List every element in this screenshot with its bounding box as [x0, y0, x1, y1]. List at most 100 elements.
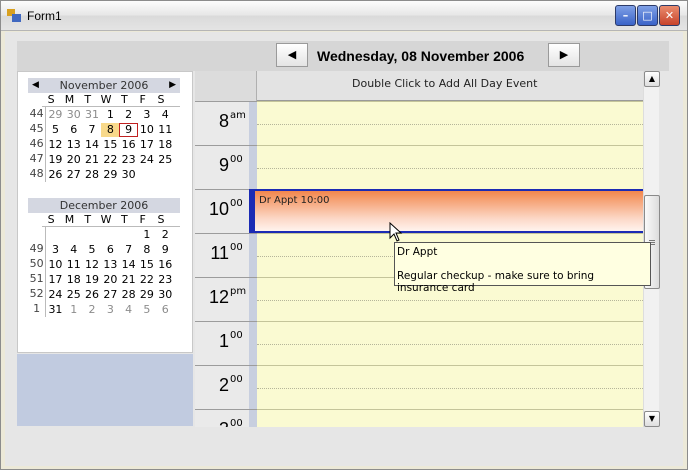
calendar-day[interactable]: 21	[119, 273, 137, 287]
calendar-day[interactable]: 22	[101, 153, 119, 167]
calendar-day[interactable]: 11	[156, 123, 174, 137]
calendar-day[interactable]: 14	[119, 258, 137, 272]
calendar-day[interactable]: 7	[83, 123, 101, 137]
all-day-event-area[interactable]: Double Click to Add All Day Event	[195, 71, 643, 101]
time-slot[interactable]	[257, 101, 643, 145]
calendar-day[interactable]: 15	[101, 138, 119, 152]
next-day-button[interactable]: ▶	[548, 43, 580, 67]
hour-label: 9 00	[195, 145, 249, 189]
calendar-day[interactable]: 12	[46, 138, 64, 152]
selected-day[interactable]: 8	[101, 122, 120, 137]
dow-label: T	[120, 93, 128, 106]
calendar-day[interactable]: 1	[65, 303, 83, 317]
appointment-block[interactable]: Dr Appt 10:00	[249, 189, 643, 233]
time-slot[interactable]	[257, 409, 643, 427]
calendar-day[interactable]: 26	[83, 288, 101, 302]
calendar-day[interactable]: 17	[138, 138, 156, 152]
time-slot[interactable]	[257, 365, 643, 409]
calendar-day[interactable]: 20	[65, 153, 83, 167]
time-slot[interactable]	[257, 145, 643, 189]
calendar-day[interactable]: 18	[65, 273, 83, 287]
calendar-day[interactable]: 28	[119, 288, 137, 302]
calendar-day[interactable]: 12	[83, 258, 101, 272]
calendar-day[interactable]: 24	[138, 153, 156, 167]
calendar-day[interactable]: 30	[156, 288, 174, 302]
calendar-day[interactable]: 5	[83, 243, 101, 257]
calendar-day[interactable]: 28	[83, 168, 101, 182]
calendar-day[interactable]: 13	[65, 138, 83, 152]
calendar-day[interactable]: 11	[65, 258, 83, 272]
calendar-day[interactable]: 23	[156, 273, 174, 287]
today-day[interactable]: 9	[119, 122, 138, 137]
calendar-day[interactable]: 2	[119, 108, 137, 122]
calendar-day[interactable]: 6	[65, 123, 83, 137]
window: Form1 – □ ✕ ◀ Wednesday, 08 November 200…	[0, 0, 688, 470]
calendar-day[interactable]: 16	[156, 258, 174, 272]
calendar-day[interactable]: 15	[138, 258, 156, 272]
previous-day-button[interactable]: ◀	[276, 43, 308, 67]
all-day-hint: Double Click to Add All Day Event	[352, 77, 538, 90]
hour-row: 8 am	[195, 101, 643, 145]
calendar-day[interactable]: 6	[156, 303, 174, 317]
calendar-day[interactable]: 27	[65, 168, 83, 182]
time-slot[interactable]	[257, 321, 643, 365]
week-row: 45 5 6 7 8 9 10 11	[28, 122, 180, 137]
dow-label: W	[100, 213, 112, 226]
calendar-day[interactable]: 30	[65, 108, 83, 122]
calendar-day[interactable]: 30	[119, 168, 137, 182]
calendar-day[interactable]: 4	[65, 243, 83, 257]
calendar-day[interactable]: 3	[138, 108, 156, 122]
calendar-day[interactable]: 23	[119, 153, 137, 167]
hour-status-bar	[249, 145, 257, 189]
calendar-day[interactable]: 3	[101, 303, 119, 317]
prev-month-icon[interactable]: ◀	[32, 78, 39, 93]
calendar-day[interactable]: 31	[83, 108, 101, 122]
calendar-day[interactable]: 17	[46, 273, 64, 287]
week-row: 44 29 30 31 1 2 3 4	[28, 107, 180, 122]
calendar-day[interactable]: 25	[65, 288, 83, 302]
calendar-day[interactable]: 5	[138, 303, 156, 317]
calendar-day[interactable]: 29	[101, 168, 119, 182]
calendar-day[interactable]: 2	[83, 303, 101, 317]
calendar-day[interactable]: 10	[138, 123, 156, 137]
scroll-down-button[interactable]: ▼	[644, 411, 660, 427]
calendar-day[interactable]: 9	[156, 243, 174, 257]
calendar-day[interactable]: 7	[119, 243, 137, 257]
scroll-up-button[interactable]: ▲	[644, 71, 660, 87]
calendar-day[interactable]: 27	[101, 288, 119, 302]
calendar-day[interactable]: 24	[46, 288, 64, 302]
calendar-day[interactable]: 19	[83, 273, 101, 287]
hour-label: 1 00	[195, 321, 249, 365]
minimize-button[interactable]: –	[615, 5, 636, 26]
calendar-day[interactable]: 1	[101, 108, 119, 122]
calendar-day[interactable]: 10	[46, 258, 64, 272]
calendar-day[interactable]: 31	[46, 303, 64, 317]
calendar-day[interactable]: 5	[46, 123, 64, 137]
calendar-day[interactable]: 4	[156, 108, 174, 122]
calendar-day[interactable]: 14	[83, 138, 101, 152]
calendar-day[interactable]: 13	[101, 258, 119, 272]
calendar-day[interactable]: 21	[83, 153, 101, 167]
calendar-day[interactable]: 22	[138, 273, 156, 287]
close-button[interactable]: ✕	[659, 5, 680, 26]
calendar-day[interactable]: 1	[138, 228, 156, 242]
calendar-day[interactable]: 8	[138, 243, 156, 257]
calendar-day[interactable]: 16	[119, 138, 137, 152]
calendar-day[interactable]: 25	[156, 153, 174, 167]
hour-row: 1 00	[195, 321, 643, 365]
hour-row: 9 00	[195, 145, 643, 189]
calendar-day[interactable]: 20	[101, 273, 119, 287]
calendar-day[interactable]: 6	[101, 243, 119, 257]
calendar-day[interactable]: 26	[46, 168, 64, 182]
calendar-day[interactable]: 19	[46, 153, 64, 167]
calendar-day[interactable]: 29	[46, 108, 64, 122]
next-month-icon[interactable]: ▶	[169, 78, 176, 93]
maximize-button[interactable]: □	[637, 5, 658, 26]
calendar-day[interactable]: 4	[119, 303, 137, 317]
calendar-day[interactable]: 18	[156, 138, 174, 152]
title-bar[interactable]: Form1 – □ ✕	[1, 1, 687, 31]
calendar-day[interactable]: 2	[156, 228, 174, 242]
calendar-header: ◀ November 2006 ▶	[28, 78, 180, 93]
calendar-day[interactable]: 3	[46, 243, 64, 257]
calendar-day[interactable]: 29	[138, 288, 156, 302]
